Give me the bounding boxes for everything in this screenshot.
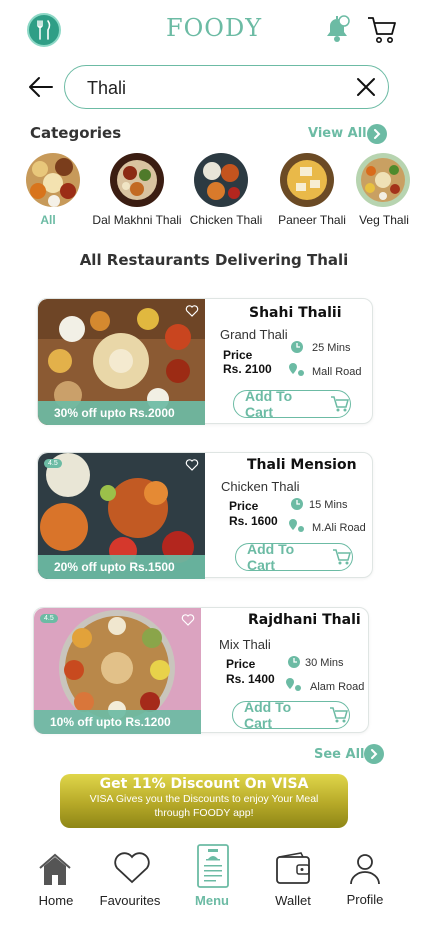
restaurant-dish: Chicken Thali — [221, 479, 300, 494]
add-to-cart-label: Add To Cart — [244, 699, 292, 731]
rating-badge: 4.5 — [44, 459, 62, 468]
nav-profile[interactable] — [348, 852, 382, 891]
search-box — [64, 65, 389, 109]
cart-icon — [331, 396, 349, 412]
wallet-icon — [276, 852, 310, 884]
heart-icon — [114, 852, 150, 884]
nav-label-menu[interactable]: Menu — [188, 893, 236, 908]
nav-label-profile[interactable]: Profile — [340, 892, 390, 907]
price-label: Price — [226, 657, 256, 671]
restaurant-card[interactable]: 4.5 20% off upto Rs.1500 Thali Mension C… — [37, 452, 373, 579]
brand-title: FOODY — [165, 14, 263, 42]
add-to-cart-button[interactable]: Add To Cart — [233, 388, 351, 420]
nav-favourites[interactable] — [112, 851, 152, 890]
location: M.Ali Road — [312, 522, 366, 534]
clock-icon — [291, 498, 303, 510]
category-dal-makhni[interactable] — [110, 153, 164, 207]
nav-menu[interactable] — [196, 843, 230, 894]
clock-icon — [291, 341, 303, 353]
favourite-heart-icon[interactable] — [185, 304, 199, 318]
price-value: Rs. 2100 — [223, 362, 272, 376]
location-pin-icon — [289, 519, 304, 532]
menu-icon — [197, 844, 229, 888]
category-chicken-image — [194, 153, 248, 207]
add-to-cart-button[interactable]: Add To Cart — [235, 541, 353, 573]
category-label-chicken[interactable]: Chicken Thali — [186, 213, 266, 227]
restaurant-image: 30% off upto Rs.2000 — [38, 299, 205, 425]
location-pin-icon — [286, 678, 301, 691]
price-value: Rs. 1400 — [226, 672, 275, 686]
restaurant-dish: Grand Thali — [220, 327, 288, 342]
offer-badge: 30% off upto Rs.2000 — [38, 401, 205, 425]
view-all-arrow-icon[interactable] — [367, 124, 387, 144]
category-veg-image — [356, 153, 410, 207]
location-pin-icon — [289, 363, 304, 376]
add-to-cart-button[interactable]: Add To Cart — [232, 699, 350, 731]
category-dal-makhni-image — [110, 153, 164, 207]
offer-badge: 20% off upto Rs.1500 — [38, 555, 205, 579]
delivery-time: 30 Mins — [305, 657, 344, 669]
price-label: Price — [229, 499, 259, 513]
category-label-dal-makhni[interactable]: Dal Makhni Thali — [88, 213, 186, 227]
notification-bell-icon[interactable] — [323, 14, 351, 44]
category-all-image — [26, 153, 80, 207]
category-veg[interactable] — [356, 153, 410, 207]
offer-badge: 10% off upto Rs.1200 — [34, 710, 201, 734]
restaurant-name: Shahi Thalii — [249, 305, 342, 321]
restaurant-image: 4.5 20% off upto Rs.1500 — [38, 453, 205, 579]
nav-home[interactable] — [37, 852, 73, 891]
category-label-all[interactable]: All — [26, 213, 70, 227]
category-all[interactable] — [26, 153, 80, 207]
nav-wallet[interactable] — [275, 852, 311, 891]
nav-label-favourites[interactable]: Favourites — [94, 893, 166, 908]
restaurants-section-title: All Restaurants Delivering Thali — [79, 251, 349, 269]
nav-label-home[interactable]: Home — [30, 893, 82, 908]
home-icon — [39, 853, 71, 885]
location: Alam Road — [310, 681, 365, 693]
favourite-heart-icon[interactable] — [181, 613, 195, 627]
delivery-time: 15 Mins — [309, 499, 348, 511]
add-to-cart-label: Add To Cart — [245, 388, 293, 420]
price-value: Rs. 1600 — [229, 514, 278, 528]
category-paneer[interactable] — [280, 153, 334, 207]
search-input[interactable] — [87, 75, 337, 101]
nav-label-wallet[interactable]: Wallet — [268, 893, 318, 908]
back-arrow-icon[interactable] — [28, 74, 54, 100]
visa-discount-banner[interactable]: Get 11% Discount On VISA VISA Gives you … — [60, 774, 348, 828]
profile-icon — [350, 854, 380, 885]
cart-icon — [333, 549, 351, 565]
category-paneer-image — [280, 153, 334, 207]
restaurant-dish: Mix Thali — [219, 637, 271, 652]
banner-title: Get 11% Discount On VISA — [99, 776, 309, 792]
add-to-cart-label: Add To Cart — [247, 541, 295, 573]
category-label-paneer[interactable]: Paneer Thali — [272, 213, 352, 227]
cart-icon — [330, 707, 348, 723]
clock-icon — [288, 656, 300, 668]
restaurant-card[interactable]: 4.5 10% off upto Rs.1200 Rajdhani Thali … — [33, 607, 369, 734]
see-all-link[interactable]: See All — [314, 747, 365, 762]
restaurant-card[interactable]: 30% off upto Rs.2000 Shahi Thalii Grand … — [37, 298, 373, 425]
clear-search-icon[interactable] — [354, 75, 378, 99]
price-label: Price — [223, 348, 253, 362]
restaurant-name: Rajdhani Thali — [248, 612, 361, 628]
cart-icon[interactable] — [366, 14, 398, 46]
rating-badge: 4.5 — [40, 614, 58, 623]
restaurant-image: 4.5 10% off upto Rs.1200 — [34, 608, 201, 734]
view-all-link[interactable]: View All — [308, 126, 367, 141]
category-chicken[interactable] — [194, 153, 248, 207]
location: Mall Road — [312, 366, 362, 378]
categories-title: Categories — [30, 124, 122, 142]
restaurant-name: Thali Mension — [247, 457, 357, 473]
favourite-heart-icon[interactable] — [185, 458, 199, 472]
category-label-veg[interactable]: Veg Thali — [356, 213, 412, 227]
delivery-time: 25 Mins — [312, 342, 351, 354]
banner-subtitle: VISA Gives you the Discounts to enjoy Yo… — [89, 793, 319, 819]
see-all-arrow-icon[interactable] — [364, 744, 384, 764]
